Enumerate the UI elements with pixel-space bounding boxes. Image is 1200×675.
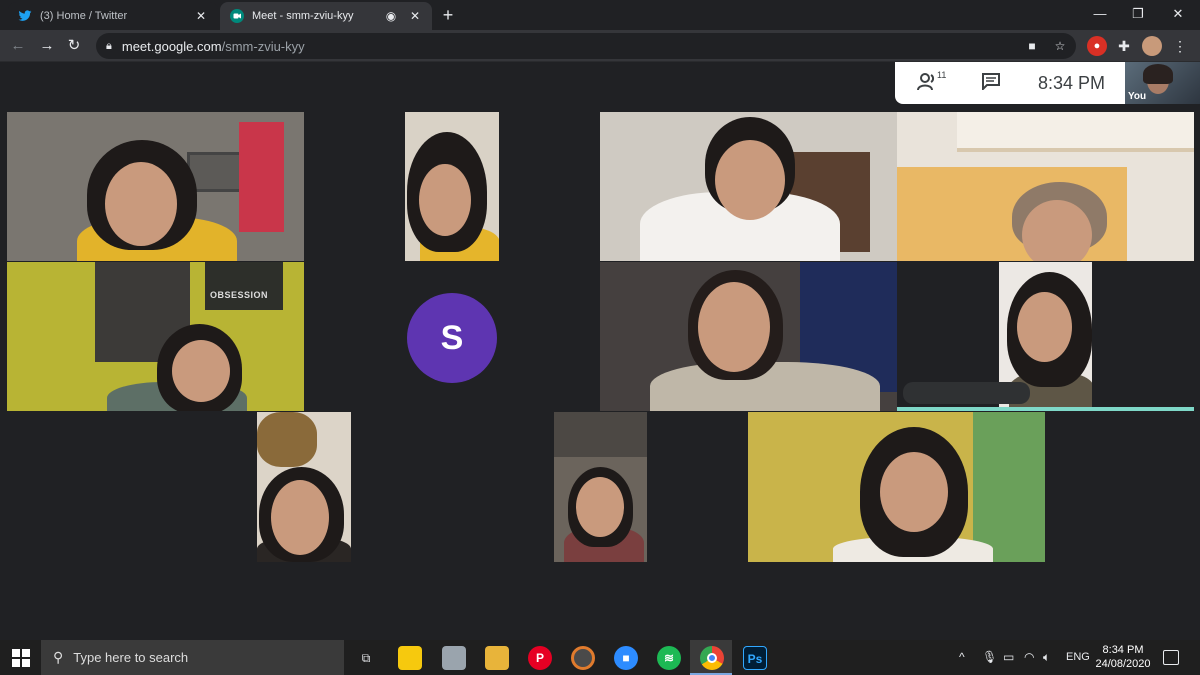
scanner-app-icon[interactable] [442,646,466,670]
camera-icon[interactable]: ■ [1024,38,1040,54]
participant-tile[interactable] [748,412,1045,562]
meet-info-panel: 11 8:34 PM [895,62,1125,104]
screen: (3) Home / Twitter ✕ Meet - smm-zviu-kyy… [0,0,1200,675]
task-view-icon[interactable]: ⧉ [354,646,378,670]
participant-tile[interactable] [600,262,897,411]
participant-tile[interactable]: OBSESSION [7,262,304,411]
spotify-icon[interactable]: ≋ [657,646,681,670]
windows-taskbar: ⚲ Type here to search ⧉ P ■ ≋ Ps ^ 🎙︎ ▭ … [0,640,1200,675]
microphone-icon[interactable]: 🎙︎ [982,650,997,664]
url-path: /smm-zviu-kyy [221,38,305,54]
browser-toolbar: ← → ↻ 🔒︎ meet.google.com/smm-zviu-kyy ■ … [0,30,1200,62]
menu-kebab-icon[interactable]: ⋮ [1170,36,1190,56]
self-label: You [1128,91,1147,102]
profile-avatar[interactable] [1142,36,1162,56]
language-indicator[interactable]: ENG [1066,651,1090,663]
lock-icon: 🔒︎ [106,39,112,52]
tab-strip: (3) Home / Twitter ✕ Meet - smm-zviu-kyy… [0,0,1200,30]
extension-icon[interactable]: ● [1087,36,1107,56]
bookmark-star-icon[interactable]: ☆ [1052,38,1068,54]
windows-start-icon[interactable] [12,649,30,667]
media-player-icon[interactable] [571,646,595,670]
address-bar[interactable]: 🔒︎ meet.google.com/smm-zviu-kyy ■ ☆ [96,33,1076,59]
taskbar-search-input[interactable]: ⚲ Type here to search [41,640,344,675]
close-window-icon[interactable]: ✕ [1168,4,1188,24]
tab-meet[interactable]: Meet - smm-zviu-kyy ◉ ✕ [220,2,432,30]
poster-text: OBSESSION [210,290,269,300]
participant-tile[interactable] [897,112,1194,261]
tab-twitter[interactable]: (3) Home / Twitter ✕ [8,2,218,30]
extensions-puzzle-icon[interactable]: ✚ [1114,36,1134,56]
participant-tile[interactable] [405,112,499,261]
sticky-notes-icon[interactable] [398,646,422,670]
people-icon[interactable] [917,72,939,97]
url-host: meet.google.com [121,38,222,54]
file-explorer-icon[interactable] [485,646,509,670]
taskbar-date: 24/08/2020 [1095,658,1151,670]
participant-tile[interactable] [257,412,351,562]
participant-tile[interactable] [7,112,304,261]
minimize-icon[interactable]: — [1090,4,1110,24]
participant-name-chip [903,382,1030,404]
tab-title: Meet - smm-zviu-kyy [252,10,354,22]
participant-tile[interactable] [600,112,897,261]
chat-icon[interactable] [981,72,1001,95]
taskbar-clock[interactable]: 8:34 PM 24/08/2020 [1088,643,1158,671]
search-icon: ⚲ [53,649,64,665]
reload-icon[interactable]: ↻ [64,36,84,56]
speaking-indicator [897,407,1194,411]
participant-count: 11 [937,70,947,80]
new-tab-button[interactable]: + [438,6,458,26]
twitter-icon [18,9,32,23]
wifi-icon[interactable]: ◠ [1024,650,1034,664]
google-meet-icon [230,9,244,23]
volume-icon[interactable]: 🔈︎ [1043,650,1050,665]
pinterest-icon[interactable]: P [528,646,552,670]
restore-icon[interactable]: ❐ [1128,4,1148,24]
self-view-tile[interactable]: You [1125,62,1200,104]
recording-indicator-icon: ◉ [385,9,397,23]
close-tab-icon[interactable]: ✕ [194,9,208,23]
search-placeholder: Type here to search [73,650,189,665]
photoshop-icon[interactable]: Ps [743,646,767,670]
notifications-icon[interactable] [1163,650,1179,665]
forward-icon[interactable]: → [37,36,57,56]
tab-title: (3) Home / Twitter [40,10,128,22]
meet-clock: 8:34 PM [1038,73,1106,93]
show-hidden-icons-icon[interactable]: ^ [959,650,965,664]
participant-tile[interactable] [554,412,647,562]
taskbar-time: 8:34 PM [1102,644,1144,656]
chrome-icon[interactable] [700,646,724,670]
participant-avatar[interactable]: S [407,293,497,383]
battery-icon[interactable]: ▭ [1003,650,1014,664]
close-tab-icon[interactable]: ✕ [408,9,422,23]
zoom-icon[interactable]: ■ [614,646,638,670]
back-icon[interactable]: ← [8,36,28,56]
